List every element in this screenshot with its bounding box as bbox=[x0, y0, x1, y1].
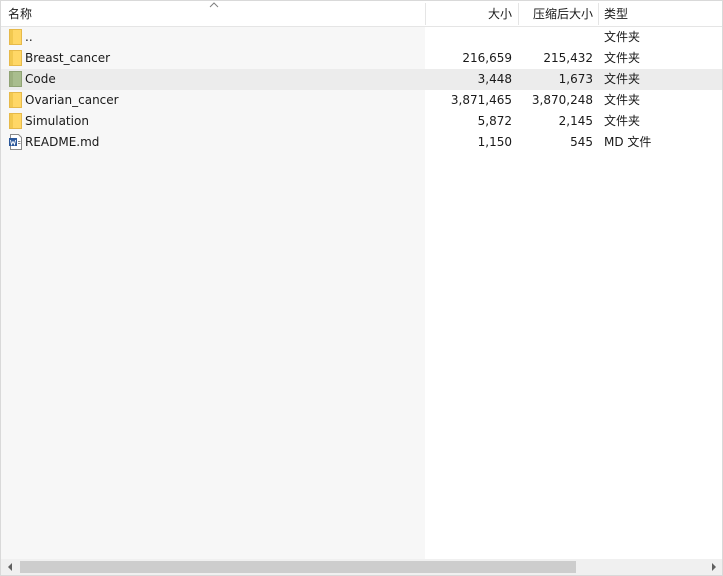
folder-icon bbox=[9, 71, 23, 87]
item-packed-size: 215,432 bbox=[543, 51, 593, 65]
list-item-selected[interactable]: Code 3,448 1,673 文件夹 bbox=[1, 69, 722, 90]
item-size: 3,448 bbox=[477, 72, 512, 86]
item-type: 文件夹 bbox=[604, 30, 641, 44]
item-size: 216,659 bbox=[462, 51, 512, 65]
item-packed-size: 1,673 bbox=[558, 72, 593, 86]
horizontal-scrollbar[interactable] bbox=[1, 559, 722, 575]
list-item[interactable]: Breast_cancer 216,659 215,432 文件夹 bbox=[1, 48, 722, 69]
item-name: Code bbox=[25, 72, 56, 86]
item-size: 5,872 bbox=[477, 114, 512, 128]
column-header-packed-size[interactable]: 压缩后大小 bbox=[519, 1, 598, 26]
column-header-packed-size-label: 压缩后大小 bbox=[532, 7, 593, 21]
column-header-size-label: 大小 bbox=[487, 7, 512, 21]
file-list: .. 文件夹 Breast_cancer 216,659 215,432 文件夹… bbox=[1, 27, 722, 153]
list-item[interactable]: .. 文件夹 bbox=[1, 27, 722, 48]
item-type: 文件夹 bbox=[604, 72, 641, 86]
folder-icon bbox=[9, 29, 23, 45]
list-item[interactable]: Ovarian_cancer 3,871,465 3,870,248 文件夹 bbox=[1, 90, 722, 111]
item-packed-size: 545 bbox=[570, 135, 593, 149]
item-name: Simulation bbox=[25, 114, 89, 128]
arrow-left-icon[interactable] bbox=[1, 559, 18, 575]
document-icon bbox=[9, 134, 23, 150]
column-header-name-label: 名称 bbox=[8, 7, 33, 21]
folder-icon bbox=[9, 92, 23, 108]
column-header-bar: 名称 大小 压缩后大小 类型 bbox=[1, 1, 722, 27]
item-name: README.md bbox=[25, 135, 100, 149]
column-header-type[interactable]: 类型 bbox=[599, 1, 722, 26]
item-name: Breast_cancer bbox=[25, 51, 111, 65]
item-name: .. bbox=[25, 30, 33, 44]
list-item[interactable]: Simulation 5,872 2,145 文件夹 bbox=[1, 111, 722, 132]
scrollbar-thumb[interactable] bbox=[20, 561, 576, 573]
item-packed-size: 3,870,248 bbox=[531, 93, 593, 107]
item-type: 文件夹 bbox=[604, 51, 641, 65]
item-name: Ovarian_cancer bbox=[25, 93, 119, 107]
item-size: 1,150 bbox=[477, 135, 512, 149]
item-packed-size: 2,145 bbox=[558, 114, 593, 128]
file-list-view: 名称 大小 压缩后大小 类型 .. 文件夹 Breast_cancer 216,… bbox=[0, 0, 723, 576]
column-header-size[interactable]: 大小 bbox=[426, 1, 518, 26]
arrow-right-icon[interactable] bbox=[705, 559, 722, 575]
folder-icon bbox=[9, 113, 23, 129]
sort-up-icon bbox=[208, 1, 220, 10]
item-type: 文件夹 bbox=[604, 93, 641, 107]
item-type: 文件夹 bbox=[604, 114, 641, 128]
list-item[interactable]: README.md 1,150 545 MD 文件 bbox=[1, 132, 722, 153]
folder-icon bbox=[9, 50, 23, 66]
column-header-type-label: 类型 bbox=[604, 7, 629, 21]
item-packed-size bbox=[519, 27, 598, 48]
item-type: MD 文件 bbox=[604, 135, 652, 149]
item-size: 3,871,465 bbox=[450, 93, 512, 107]
item-size bbox=[426, 27, 518, 48]
